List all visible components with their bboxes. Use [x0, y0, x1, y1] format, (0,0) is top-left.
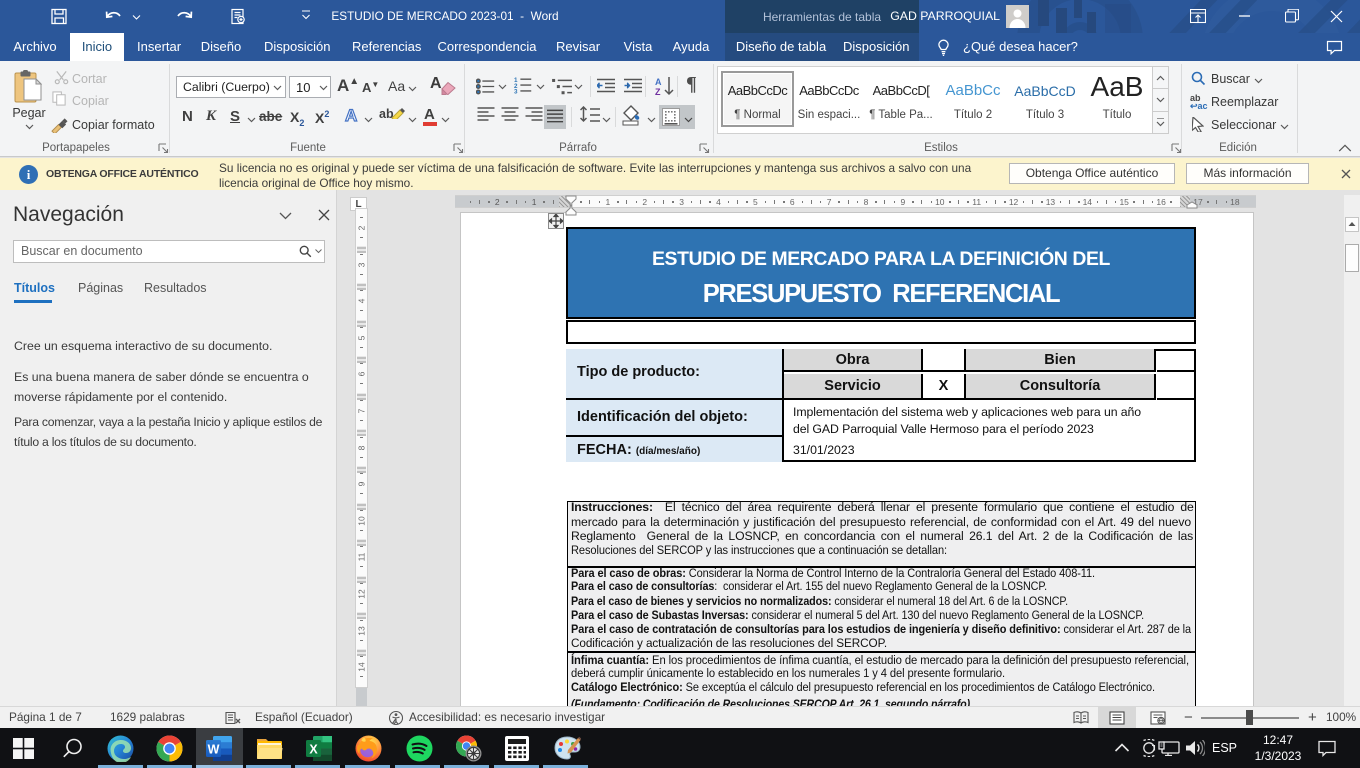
svg-text:X: X — [309, 743, 318, 757]
svg-text:W: W — [208, 743, 220, 757]
svg-text:3: 3 — [514, 89, 518, 95]
